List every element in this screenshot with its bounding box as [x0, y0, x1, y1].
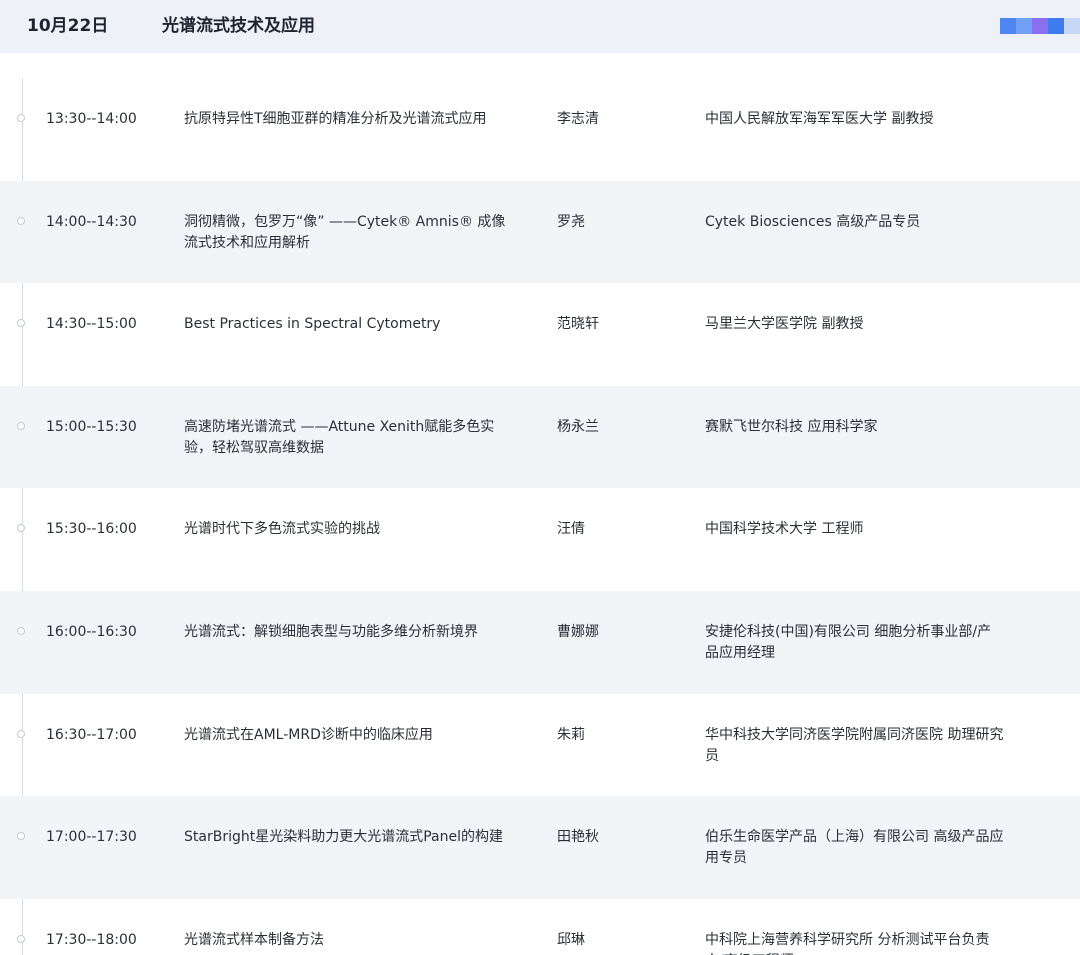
session-time: 14:00--14:30	[46, 213, 137, 230]
decorative-bar	[1032, 18, 1048, 34]
session-topic: Best Practices in Spectral Cytometry	[184, 316, 441, 333]
session-speaker: 范晓轩	[557, 316, 599, 333]
session-row: 16:00--16:30 光谱流式：解锁细胞表型与功能多维分析新境界 曹娜娜 安…	[0, 590, 1080, 694]
header-date: 10月22日	[27, 16, 109, 36]
decorative-bar	[1000, 18, 1016, 34]
session-organization: Cytek Biosciences 高级产品专员	[705, 213, 921, 230]
session-time: 14:30--15:00	[46, 316, 137, 333]
decorative-bar	[1064, 18, 1080, 34]
session-time: 17:30--18:00	[46, 931, 137, 948]
session-speaker: 邱琳	[557, 931, 585, 948]
timeline-dot-icon	[17, 524, 25, 533]
timeline-dot-icon	[17, 729, 25, 738]
session-organization: 华中科技大学同济医学院附属同济医院 助理研究员	[705, 726, 1004, 764]
session-speaker: 田艳秋	[557, 829, 599, 846]
timeline-dot-icon	[17, 114, 25, 122]
session-speaker: 杨永兰	[557, 418, 599, 435]
session-speaker: 李志清	[557, 111, 599, 127]
session-organization: 中科院上海营养科学研究所 分析测试平台负责人/高级工程师	[705, 931, 990, 955]
schedule-header: 10月22日 光谱流式技术及应用	[0, 0, 1080, 53]
session-time: 17:00--17:30	[46, 829, 137, 846]
session-row: 14:00--14:30 洞彻精微，包罗万“像” ——Cytek® Amnis®…	[0, 180, 1080, 284]
session-time: 16:30--17:00	[46, 726, 137, 743]
timeline-dot-icon	[17, 319, 25, 328]
session-organization: 安捷伦科技(中国)有限公司 细胞分析事业部/产品应用经理	[705, 623, 992, 661]
session-organization: 马里兰大学医学院 副教授	[705, 316, 864, 333]
session-speaker: 朱莉	[557, 726, 585, 743]
timeline-dot-icon	[17, 421, 25, 430]
session-row: 17:00--17:30 StarBright星光染料助力更大光谱流式Panel…	[0, 796, 1080, 899]
session-topic: 抗原特异性T细胞亚群的精准分析及光谱流式应用	[184, 111, 487, 127]
session-organization: 中国科学技术大学 工程师	[705, 521, 864, 538]
timeline-dot-icon	[17, 626, 25, 635]
decorative-bar	[1048, 18, 1064, 34]
session-row: 15:00--15:30 高速防堵光谱流式 ——Attune Xenith赋能多…	[0, 385, 1080, 489]
timeline-dot-icon	[17, 934, 25, 943]
session-time: 16:00--16:30	[46, 623, 137, 640]
timeline-dot-icon	[17, 832, 25, 841]
session-topic: 光谱流式样本制备方法	[184, 931, 324, 948]
session-speaker: 汪倩	[557, 521, 585, 538]
session-time: 15:00--15:30	[46, 418, 137, 435]
session-topic: 洞彻精微，包罗万“像” ——Cytek® Amnis® 成像流式技术和应用解析	[184, 213, 506, 251]
session-row: 15:30--16:00 光谱时代下多色流式实验的挑战 汪倩 中国科学技术大学 …	[0, 488, 1080, 591]
decorative-bars	[1000, 18, 1080, 34]
decorative-bar	[1016, 18, 1032, 34]
session-speaker: 曹娜娜	[557, 623, 599, 640]
session-organization: 中国人民解放军海军军医大学 副教授	[705, 111, 934, 127]
session-row: 17:30--18:00 光谱流式样本制备方法 邱琳 中科院上海营养科学研究所 …	[0, 899, 1080, 955]
session-topic: 光谱流式：解锁细胞表型与功能多维分析新境界	[184, 623, 478, 640]
session-topic: 高速防堵光谱流式 ——Attune Xenith赋能多色实验，轻松驾驭高维数据	[184, 418, 495, 456]
session-row: 16:30--17:00 光谱流式在AML-MRD诊断中的临床应用 朱莉 华中科…	[0, 694, 1080, 797]
session-row: 14:30--15:00 Best Practices in Spectral …	[0, 283, 1080, 386]
session-topic: 光谱时代下多色流式实验的挑战	[184, 521, 380, 538]
session-topic: StarBright星光染料助力更大光谱流式Panel的构建	[184, 829, 503, 846]
timeline-dot-icon	[17, 216, 25, 225]
session-row: 13:30--14:00 抗原特异性T细胞亚群的精准分析及光谱流式应用 李志清 …	[0, 78, 1080, 181]
session-topic: 光谱流式在AML-MRD诊断中的临床应用	[184, 726, 433, 743]
header-title: 光谱流式技术及应用	[162, 16, 315, 36]
session-time: 15:30--16:00	[46, 521, 137, 538]
session-organization: 赛默飞世尔科技 应用科学家	[705, 418, 878, 435]
session-organization: 伯乐生命医学产品（上海）有限公司 高级产品应用专员	[705, 829, 1004, 867]
session-list: 13:30--14:00 抗原特异性T细胞亚群的精准分析及光谱流式应用 李志清 …	[0, 78, 1080, 955]
session-speaker: 罗尧	[557, 213, 585, 230]
schedule-page: 10月22日 光谱流式技术及应用 13:30--14:00 抗原特异性T细胞亚群…	[0, 0, 1080, 955]
session-time: 13:30--14:00	[46, 111, 137, 127]
